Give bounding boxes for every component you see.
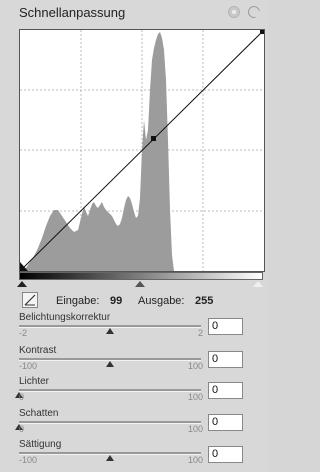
curve-endpoint-white[interactable] xyxy=(260,30,264,34)
slider-max: 2 xyxy=(197,328,203,338)
input-value: 99 xyxy=(110,295,123,307)
slider-label: Belichtungskorrektur xyxy=(19,312,111,323)
midtone-slider[interactable] xyxy=(135,281,145,287)
slider-min: -100 xyxy=(19,361,38,371)
slider-min: -100 xyxy=(19,455,38,465)
slider-max: 100 xyxy=(187,424,203,434)
input-gradient-bar xyxy=(19,272,263,280)
slider-min: -2 xyxy=(19,328,28,338)
slider-track[interactable] xyxy=(19,421,201,424)
slider-label: Kontrast xyxy=(19,345,57,356)
highlights-value-field[interactable]: 0 xyxy=(208,382,243,399)
exposure-value-field[interactable]: 0 xyxy=(208,318,243,335)
curve-histogram-graphic xyxy=(20,30,264,271)
saturation-value-field[interactable]: 0 xyxy=(208,446,243,463)
black-point-slider[interactable] xyxy=(17,281,27,287)
curve-tool-icon[interactable] xyxy=(22,292,38,308)
histogram xyxy=(20,32,174,271)
quick-adjust-panel: Schnellanpassung Eingabe: 99 Ausgabe: 25… xyxy=(0,0,268,472)
slider-label: Schatten xyxy=(19,408,59,419)
slider-thumb[interactable] xyxy=(106,455,114,461)
settings-icon[interactable] xyxy=(228,6,240,18)
output-label: Ausgabe: xyxy=(138,295,185,307)
slider-max: 100 xyxy=(187,455,203,465)
curve-editor[interactable] xyxy=(19,29,265,272)
panel-title: Schnellanpassung xyxy=(19,5,126,20)
slider-label: Sättigung xyxy=(19,439,62,450)
curve-control-point[interactable] xyxy=(151,136,156,141)
slider-max: 100 xyxy=(187,392,203,402)
slider-label: Lichter xyxy=(19,376,50,387)
reset-icon[interactable] xyxy=(245,3,263,21)
slider-track[interactable] xyxy=(19,389,201,392)
slider-min: 0 xyxy=(19,424,25,434)
slider-min: 0 xyxy=(19,392,25,402)
white-point-slider[interactable] xyxy=(253,281,263,287)
slider-thumb[interactable] xyxy=(106,361,114,367)
slider-max: 100 xyxy=(187,361,203,371)
shadows-value-field[interactable]: 0 xyxy=(208,414,243,431)
output-value: 255 xyxy=(195,295,214,307)
slider-thumb[interactable] xyxy=(106,328,114,334)
contrast-value-field[interactable]: 0 xyxy=(208,351,243,368)
input-label: Eingabe: xyxy=(56,295,100,307)
